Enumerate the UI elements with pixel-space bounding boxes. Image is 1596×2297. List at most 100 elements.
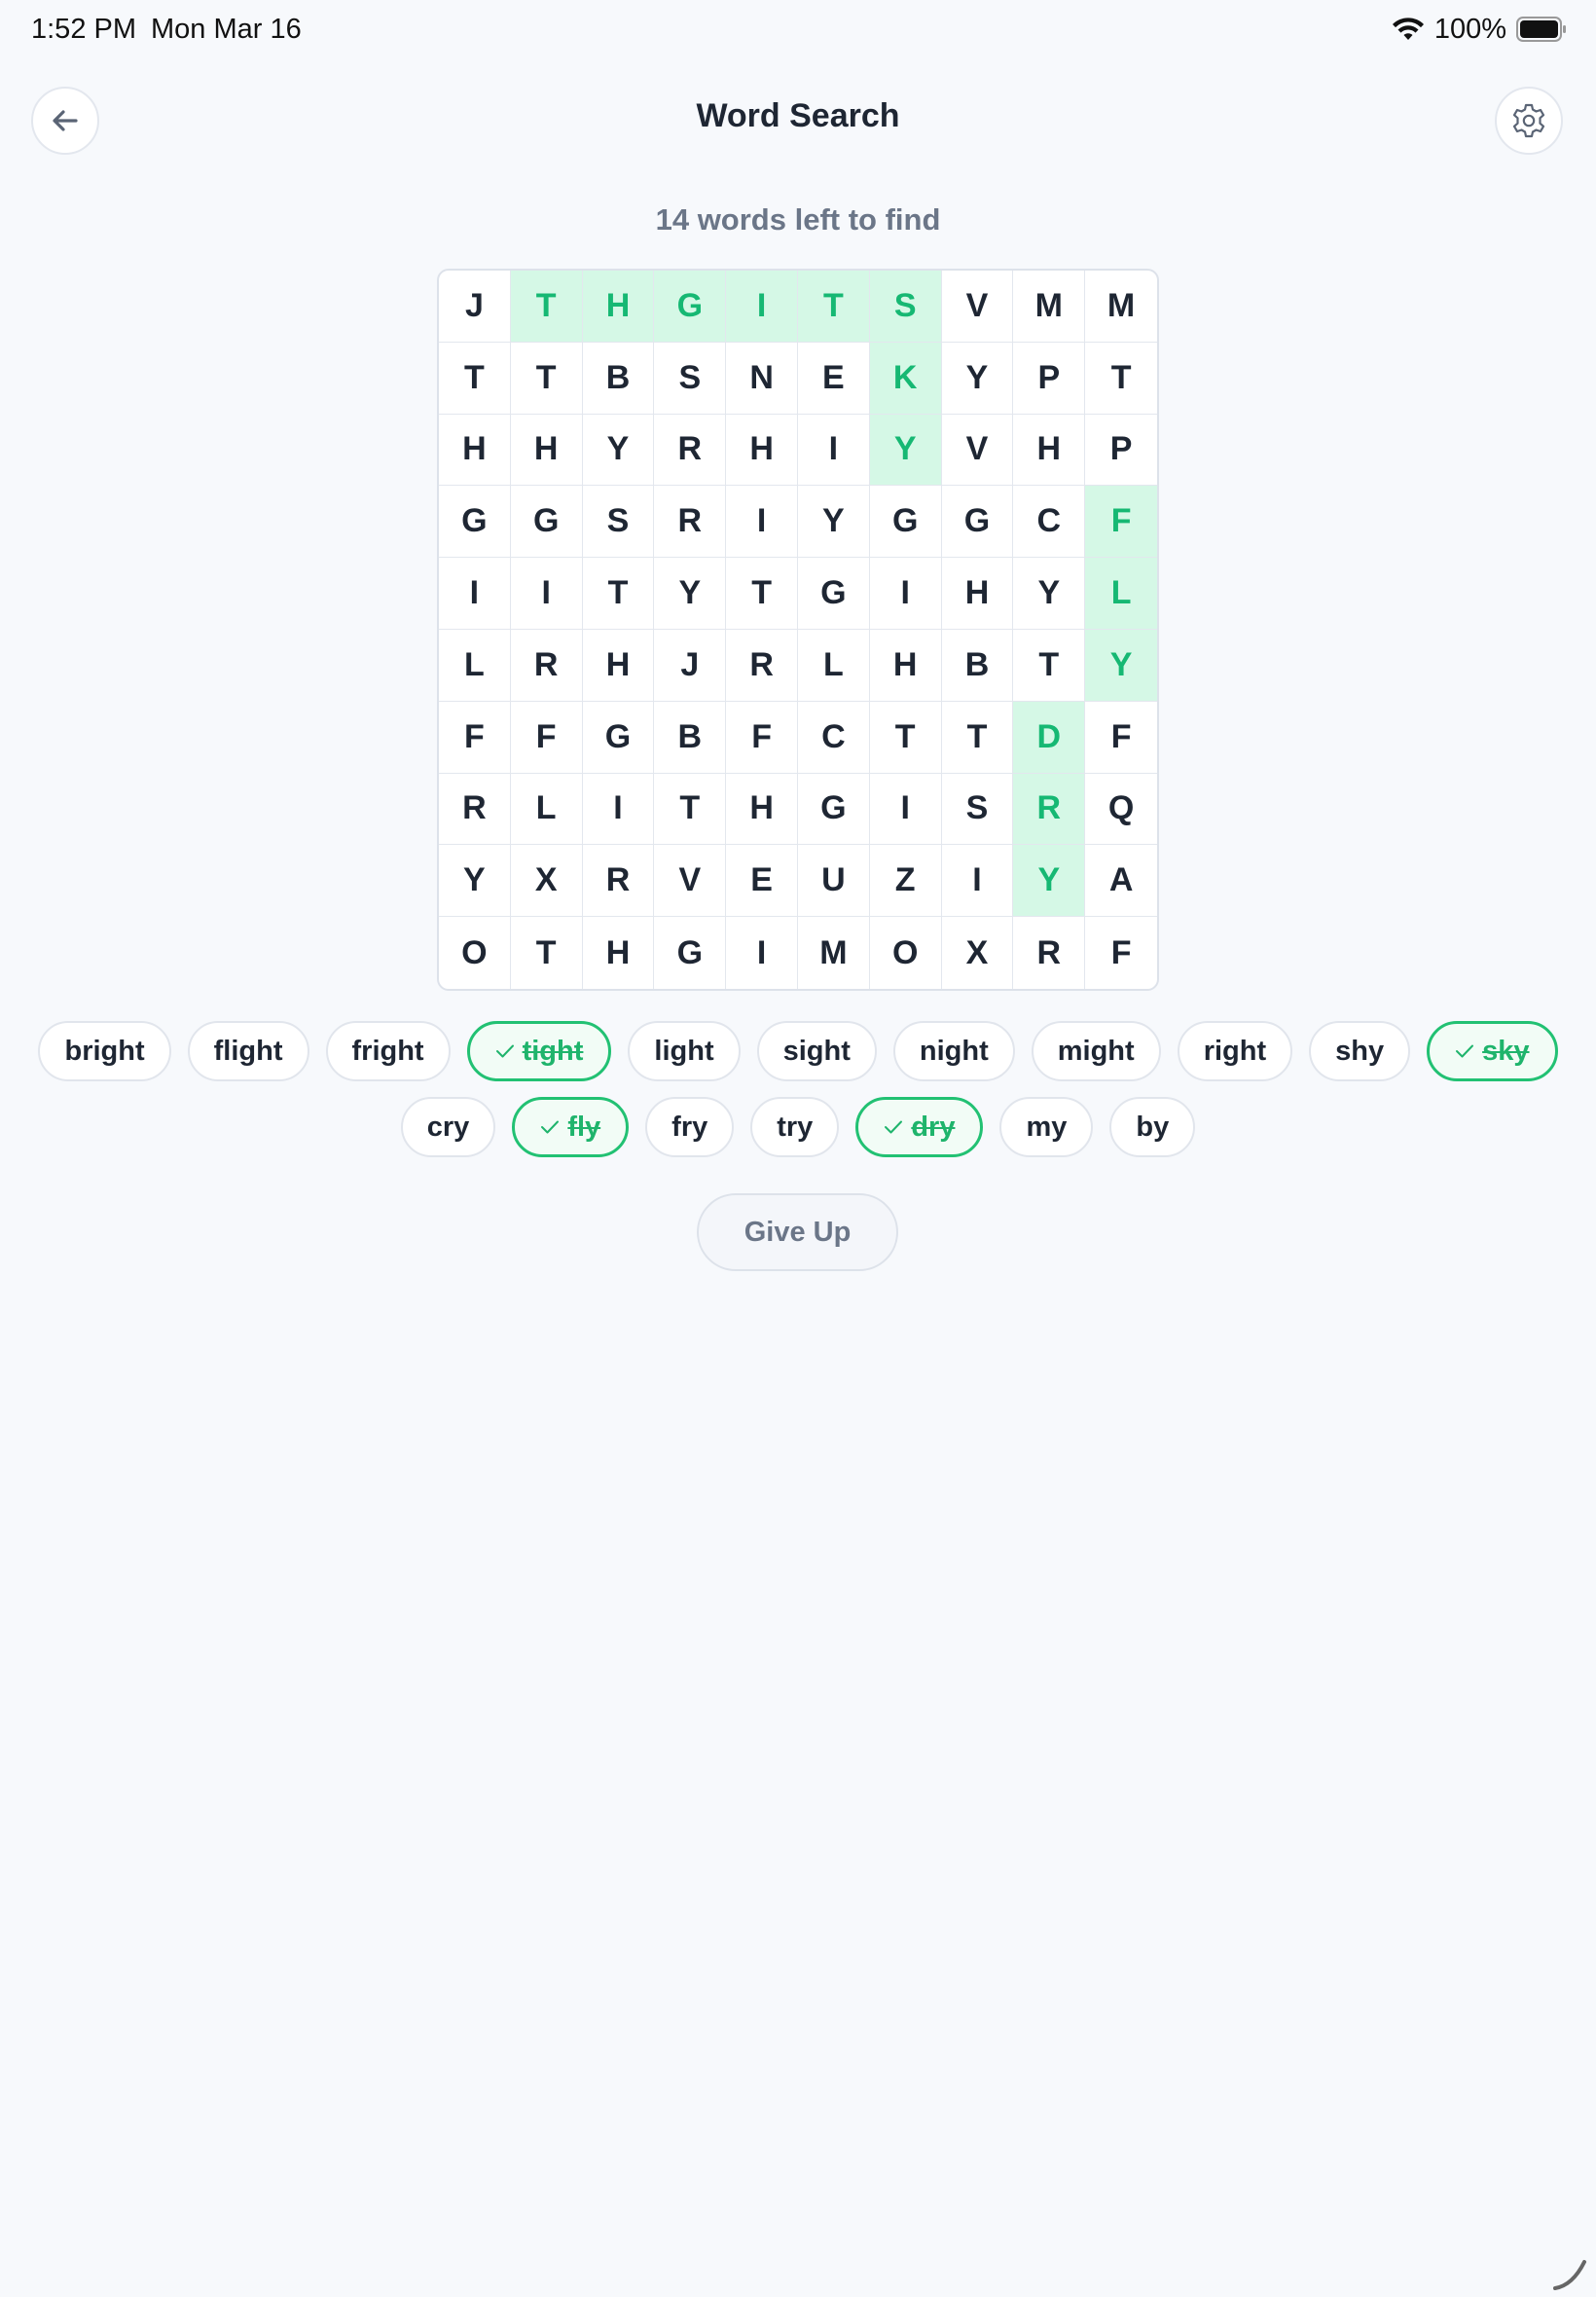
settings-button[interactable]	[1495, 87, 1563, 155]
grid-cell[interactable]: G	[582, 701, 655, 774]
grid-cell[interactable]: E	[798, 342, 870, 415]
grid-cell[interactable]: R	[439, 773, 511, 846]
grid-cell[interactable]: X	[510, 845, 583, 918]
grid-cell[interactable]: Y	[654, 558, 727, 630]
grid-cell[interactable]: A	[1085, 845, 1157, 918]
grid-cell[interactable]: O	[870, 917, 942, 989]
word-chip-my[interactable]: my	[999, 1097, 1094, 1157]
grid-cell[interactable]: C	[1013, 486, 1086, 559]
grid-cell[interactable]: T	[798, 271, 870, 343]
grid-cell[interactable]: R	[582, 845, 655, 918]
grid-cell[interactable]: S	[654, 342, 727, 415]
grid-cell[interactable]: T	[510, 271, 583, 343]
grid-cell[interactable]: Y	[798, 486, 870, 559]
grid-cell[interactable]: F	[1085, 917, 1157, 989]
word-chip-try[interactable]: try	[750, 1097, 840, 1157]
grid-cell[interactable]: H	[582, 271, 655, 343]
word-chip-bright[interactable]: bright	[38, 1021, 171, 1081]
grid-cell[interactable]: G	[654, 271, 727, 343]
grid-cell[interactable]: N	[726, 342, 798, 415]
grid-cell[interactable]: G	[439, 486, 511, 559]
grid-cell[interactable]: R	[1013, 773, 1086, 846]
grid-cell[interactable]: M	[1085, 271, 1157, 343]
grid-cell[interactable]: Z	[869, 845, 942, 918]
grid-cell[interactable]: I	[510, 558, 583, 630]
grid-cell[interactable]: I	[582, 773, 655, 846]
grid-cell[interactable]: U	[798, 845, 870, 918]
grid-cell[interactable]: H	[582, 630, 655, 702]
grid-cell[interactable]: G	[654, 917, 727, 989]
grid-cell[interactable]: G	[869, 486, 942, 559]
word-chip-shy[interactable]: shy	[1309, 1021, 1411, 1081]
grid-cell[interactable]: R	[654, 414, 727, 487]
give-up-button[interactable]: Give Up	[697, 1193, 898, 1271]
grid-cell[interactable]: R	[654, 486, 727, 559]
grid-cell[interactable]: E	[726, 845, 798, 918]
grid-cell[interactable]: B	[941, 630, 1014, 702]
grid-cell[interactable]: I	[869, 773, 942, 846]
word-chip-flight[interactable]: flight	[187, 1021, 309, 1081]
grid-cell[interactable]: H	[510, 414, 583, 487]
grid-cell[interactable]: T	[941, 701, 1014, 774]
grid-cell[interactable]: R	[510, 630, 583, 702]
word-chip-fright[interactable]: fright	[325, 1021, 451, 1081]
grid-cell[interactable]: F	[726, 701, 798, 774]
grid-cell[interactable]: B	[582, 342, 655, 415]
grid-cell[interactable]: R	[726, 630, 798, 702]
grid-cell[interactable]: C	[798, 701, 870, 774]
word-chip-light[interactable]: light	[628, 1021, 741, 1081]
grid-cell[interactable]: Y	[941, 342, 1014, 415]
grid-cell[interactable]: X	[942, 917, 1014, 989]
word-chip-fly[interactable]: fly	[512, 1097, 630, 1157]
grid-cell[interactable]: G	[798, 773, 870, 846]
grid-cell[interactable]: I	[726, 917, 798, 989]
grid-cell[interactable]: V	[654, 845, 727, 918]
grid-cell[interactable]: O	[439, 917, 511, 989]
grid-cell[interactable]: L	[1085, 558, 1157, 630]
grid-cell[interactable]: Y	[1013, 845, 1086, 918]
word-chip-sight[interactable]: sight	[756, 1021, 877, 1081]
grid-cell[interactable]: I	[869, 558, 942, 630]
grid-cell[interactable]: F	[1085, 486, 1157, 559]
grid-cell[interactable]: Y	[1013, 558, 1086, 630]
grid-cell[interactable]: H	[1013, 414, 1086, 487]
grid-cell[interactable]: M	[1013, 271, 1086, 343]
grid-cell[interactable]: Y	[869, 414, 942, 487]
grid-cell[interactable]: V	[941, 271, 1014, 343]
grid-cell[interactable]: B	[654, 701, 727, 774]
grid-cell[interactable]: Q	[1085, 774, 1157, 846]
grid-cell[interactable]: P	[1013, 342, 1086, 415]
grid-cell[interactable]: H	[941, 558, 1014, 630]
word-chip-cry[interactable]: cry	[400, 1097, 496, 1157]
grid-cell[interactable]: D	[1013, 701, 1086, 774]
grid-cell[interactable]: P	[1085, 415, 1157, 487]
grid-cell[interactable]: T	[511, 917, 583, 989]
word-chip-fry[interactable]: fry	[645, 1097, 735, 1157]
grid-cell[interactable]: H	[726, 773, 798, 846]
grid-cell[interactable]: I	[439, 558, 511, 630]
grid-cell[interactable]: Y	[582, 414, 655, 487]
grid-cell[interactable]: L	[798, 630, 870, 702]
grid-cell[interactable]: T	[1085, 343, 1157, 415]
grid-cell[interactable]: M	[798, 917, 870, 989]
word-chip-right[interactable]: right	[1177, 1021, 1293, 1081]
grid-cell[interactable]: I	[726, 271, 798, 343]
grid-cell[interactable]: T	[869, 701, 942, 774]
grid-cell[interactable]: L	[439, 630, 511, 702]
word-chip-dry[interactable]: dry	[855, 1097, 984, 1157]
grid-cell[interactable]: V	[941, 414, 1014, 487]
grid-cell[interactable]: J	[654, 630, 727, 702]
grid-cell[interactable]: L	[510, 773, 583, 846]
grid-cell[interactable]: J	[439, 271, 511, 343]
word-chip-tight[interactable]: tight	[466, 1021, 612, 1081]
grid-cell[interactable]: S	[582, 486, 655, 559]
grid-cell[interactable]: H	[439, 414, 511, 487]
grid-cell[interactable]: T	[654, 773, 727, 846]
grid-cell[interactable]: Y	[439, 845, 511, 918]
word-chip-sky[interactable]: sky	[1427, 1021, 1558, 1081]
grid-cell[interactable]: R	[1013, 917, 1086, 989]
word-chip-might[interactable]: might	[1031, 1021, 1161, 1081]
grid-cell[interactable]: G	[510, 486, 583, 559]
grid-cell[interactable]: T	[510, 342, 583, 415]
grid-cell[interactable]: G	[798, 558, 870, 630]
